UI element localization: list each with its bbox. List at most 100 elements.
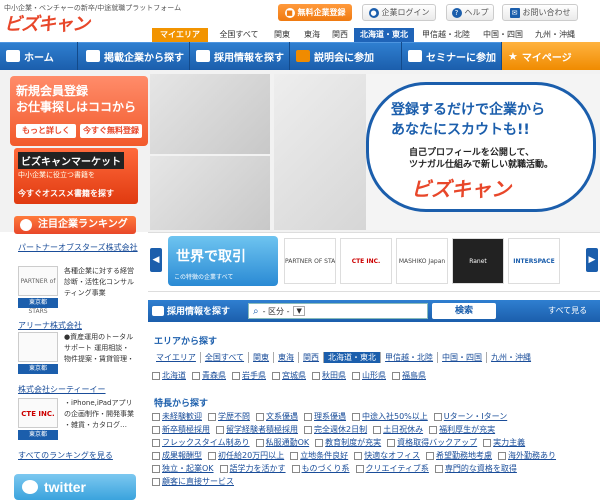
area-link-kanto[interactable]: 関東 [249, 352, 275, 363]
checkbox[interactable] [373, 425, 382, 434]
prefecture-iwate[interactable]: 岩手県 [232, 370, 266, 381]
area-link-myarea[interactable]: マイエリア [152, 352, 201, 363]
feature-option[interactable]: 快適なオフィス [354, 450, 420, 461]
feature-option[interactable]: 初任給20万円以上 [208, 450, 284, 461]
checkbox[interactable] [354, 451, 363, 460]
job-search-all-link[interactable]: すべて見る [548, 305, 587, 316]
area-link-kansai[interactable]: 関西 [299, 352, 325, 363]
area-link-koshinetsu[interactable]: 甲信越・北陸 [381, 352, 439, 363]
checkbox[interactable] [392, 371, 400, 380]
region-tab-koshinetsu[interactable]: 甲信越・北陸 [418, 28, 474, 42]
carousel-logo-1[interactable]: PARTNER OF STARS [284, 238, 336, 284]
ranking-company-logo-2[interactable] [18, 332, 58, 362]
nav-jobs[interactable]: 採用情報を探す [190, 42, 290, 70]
feature-option[interactable]: 成果報酬型 [152, 450, 202, 461]
feature-option[interactable]: 私服通勤OK [255, 437, 309, 448]
nav-companies[interactable]: 掲載企業から探す [80, 42, 190, 70]
feature-option[interactable]: 海外勤務あり [498, 450, 556, 461]
region-tab-kyushu[interactable]: 九州・沖縄 [530, 28, 580, 42]
region-tab-hokkaido-tohoku[interactable]: 北海道・東北 [354, 28, 414, 42]
more-details-button[interactable]: もっと詳しく [16, 124, 76, 138]
checkbox[interactable] [433, 412, 442, 421]
area-link-hokkaido-tohoku[interactable]: 北海道・東北 [324, 352, 382, 363]
checkbox[interactable] [426, 451, 435, 460]
checkbox[interactable] [312, 371, 320, 380]
checkbox[interactable] [352, 371, 360, 380]
checkbox[interactable] [255, 438, 264, 447]
checkbox[interactable] [152, 477, 160, 486]
job-search-button[interactable]: 検索 [432, 303, 496, 319]
checkbox[interactable] [315, 438, 324, 447]
ranking-company-name-1[interactable]: パートナーオブスターズ株式会社 [18, 242, 138, 253]
market-link[interactable]: 今すぐオススメ書籍を探す [18, 188, 114, 199]
prefecture-hokkaido[interactable]: 北海道 [152, 370, 186, 381]
feature-option[interactable]: 資格取得バックアップ [387, 437, 477, 448]
feature-option[interactable]: 専門的な資格を取得 [434, 463, 517, 474]
checkbox[interactable] [208, 451, 216, 460]
sekai-banner[interactable]: 世界で取引 この特徴の企業すべて [168, 236, 278, 286]
ranking-company-logo-1[interactable]: PARTNER of STARS [18, 266, 58, 315]
checkbox[interactable] [291, 464, 300, 473]
company-login-button[interactable]: ● 企業ログイン [362, 4, 436, 21]
checkbox[interactable] [152, 464, 160, 473]
checkbox[interactable] [256, 412, 264, 421]
feature-option[interactable]: 立地条件良好 [290, 450, 348, 461]
checkbox[interactable] [152, 438, 160, 447]
checkbox[interactable] [290, 451, 299, 460]
prefecture-aomori[interactable]: 青森県 [192, 370, 226, 381]
signup-banner[interactable]: 新規会員登録 お仕事探しはココから もっと詳しく 今すぐ無料登録 [10, 76, 148, 146]
checkbox[interactable] [429, 425, 438, 434]
feature-option[interactable]: 完全週休2日制 [304, 424, 367, 435]
carousel-logo-3[interactable]: MASHIKO Japan [396, 238, 448, 284]
checkbox[interactable] [387, 438, 396, 447]
prefecture-akita[interactable]: 秋田県 [312, 370, 346, 381]
feature-option[interactable]: 留学経験者積極採用 [216, 424, 298, 435]
carousel-prev-arrow[interactable]: ◀ [150, 248, 162, 272]
carousel-logo-5[interactable]: INTERSPACE [508, 238, 560, 284]
checkbox[interactable] [483, 438, 492, 447]
market-banner[interactable]: ビズキャンマーケット 中小企業に役立つ書籍を 今すぐオススメ書籍を探す [14, 148, 138, 204]
prefecture-fukushima[interactable]: 福島県 [392, 370, 426, 381]
all-rankings-link[interactable]: すべてのランキングを見る [18, 450, 113, 461]
feature-option[interactable]: 語学力を活かす [219, 463, 286, 474]
feature-option[interactable]: ものづくり系 [291, 463, 350, 474]
checkbox[interactable] [498, 451, 507, 460]
twitter-banner[interactable]: twitter [14, 474, 136, 500]
feature-option[interactable]: 新卒積極採用 [152, 424, 210, 435]
area-link-chugoku[interactable]: 中国・四国 [438, 352, 488, 363]
feature-option[interactable]: 文系優遇 [256, 411, 298, 422]
area-link-all[interactable]: 全国すべて [201, 352, 250, 363]
feature-option[interactable]: Uターン・Iターン [433, 411, 507, 422]
checkbox[interactable] [152, 412, 160, 421]
free-register-button[interactable]: 今すぐ無料登録 [80, 124, 142, 138]
feature-option[interactable]: クリエイティブ系 [355, 463, 429, 474]
checkbox[interactable] [355, 464, 364, 473]
feature-option[interactable]: 土日祝休み [373, 424, 423, 435]
region-tab-all[interactable]: 全国すべて [214, 28, 264, 42]
checkbox[interactable] [152, 425, 160, 434]
contact-button[interactable]: ✉ お問い合わせ [502, 4, 578, 21]
feature-option[interactable]: 顧客に直接サービス [152, 476, 234, 487]
checkbox[interactable] [192, 371, 200, 380]
checkbox[interactable] [152, 451, 160, 460]
prefecture-yamagata[interactable]: 山形県 [352, 370, 386, 381]
feature-option[interactable]: フレックスタイム制あり [152, 437, 250, 448]
checkbox[interactable] [304, 412, 312, 421]
feature-option[interactable]: 教育制度が充実 [315, 437, 381, 448]
help-button[interactable]: ? ヘルプ [446, 4, 494, 21]
feature-option[interactable]: 理系優遇 [304, 411, 346, 422]
region-tab-chugoku[interactable]: 中国・四国 [478, 28, 528, 42]
prefecture-miyagi[interactable]: 宮城県 [272, 370, 306, 381]
area-link-kyushu[interactable]: 九州・沖縄 [487, 352, 535, 363]
checkbox[interactable] [304, 425, 312, 434]
feature-option[interactable]: 福利厚生が充実 [429, 424, 495, 435]
feature-option[interactable]: 学歴不問 [208, 411, 250, 422]
region-tab-myarea[interactable]: マイエリア [152, 28, 208, 42]
feature-option[interactable]: 実力主義 [483, 437, 525, 448]
ranking-company-name-2[interactable]: アリーナ株式会社 [18, 320, 82, 331]
region-tab-kanto[interactable]: 関東 [268, 28, 296, 42]
carousel-logo-4[interactable]: Ranet [452, 238, 504, 284]
area-link-tokai[interactable]: 東海 [274, 352, 300, 363]
checkbox[interactable] [208, 412, 216, 421]
nav-home[interactable]: ホーム [0, 42, 78, 70]
